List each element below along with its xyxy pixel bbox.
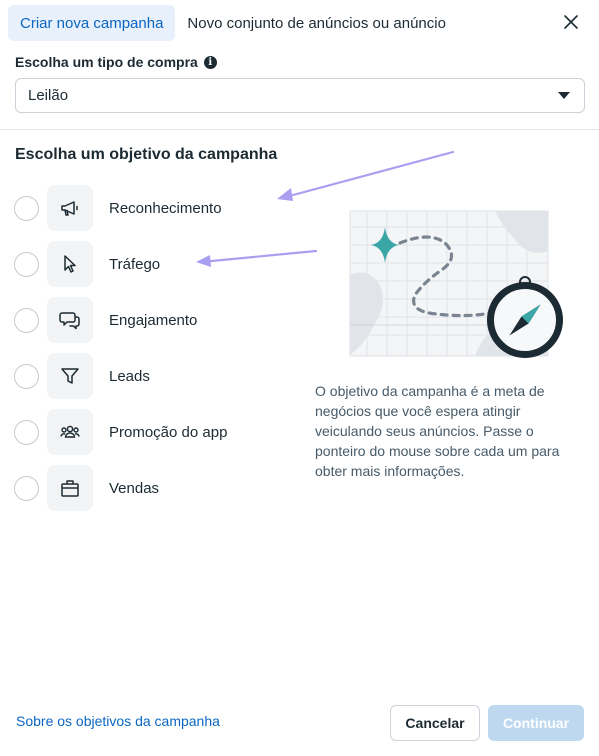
people-icon bbox=[47, 409, 93, 455]
objective-engagement[interactable]: Engajamento bbox=[14, 297, 274, 343]
megaphone-icon bbox=[47, 185, 93, 231]
objective-leads[interactable]: Leads bbox=[14, 353, 274, 399]
objective-label: Engajamento bbox=[109, 311, 198, 329]
purchase-type-select[interactable]: Leilão bbox=[15, 78, 585, 113]
cursor-icon bbox=[47, 241, 93, 287]
objective-awareness[interactable]: Reconhecimento bbox=[14, 185, 274, 231]
objective-label: Leads bbox=[109, 367, 150, 385]
objective-label: Reconhecimento bbox=[109, 199, 222, 217]
close-icon[interactable] bbox=[561, 12, 581, 32]
objective-label: Promoção do app bbox=[109, 423, 228, 441]
tab-bar: Criar nova campanha Novo conjunto de anú… bbox=[8, 5, 458, 41]
radio-button[interactable] bbox=[14, 419, 39, 445]
radio-button[interactable] bbox=[14, 251, 39, 277]
tab-create-campaign[interactable]: Criar nova campanha bbox=[8, 5, 176, 41]
chat-bubbles-icon bbox=[47, 297, 93, 343]
funnel-icon bbox=[47, 353, 93, 399]
radio-button[interactable] bbox=[14, 475, 39, 501]
objective-label: Tráfego bbox=[109, 255, 161, 273]
about-objectives-link[interactable]: Sobre os objetivos da campanha bbox=[16, 713, 220, 729]
cancel-button[interactable]: Cancelar bbox=[390, 705, 480, 741]
purchase-type-label: Escolha um tipo de compra i bbox=[15, 54, 217, 70]
map-compass-illustration bbox=[349, 210, 563, 358]
purchase-type-text: Escolha um tipo de compra bbox=[15, 54, 198, 70]
objective-sales[interactable]: Vendas bbox=[14, 465, 274, 511]
objective-label: Vendas bbox=[109, 479, 160, 497]
info-icon[interactable]: i bbox=[203, 55, 217, 69]
radio-button[interactable] bbox=[14, 363, 39, 389]
purchase-type-value: Leilão bbox=[28, 87, 69, 104]
objective-app-promotion[interactable]: Promoção do app bbox=[14, 409, 274, 455]
objective-section-title: Escolha um objetivo da campanha bbox=[15, 146, 278, 163]
objective-description: O objetivo da campanha é a meta de negóc… bbox=[315, 383, 560, 479]
caret-down-icon bbox=[558, 92, 570, 99]
radio-button[interactable] bbox=[14, 195, 39, 221]
tab-new-adset-or-ad[interactable]: Novo conjunto de anúncios ou anúncio bbox=[175, 5, 458, 41]
divider bbox=[0, 129, 599, 130]
objective-traffic[interactable]: Tráfego bbox=[14, 241, 274, 287]
radio-button[interactable] bbox=[14, 307, 39, 333]
continue-button[interactable]: Continuar bbox=[488, 705, 584, 741]
shopping-bag-icon bbox=[47, 465, 93, 511]
